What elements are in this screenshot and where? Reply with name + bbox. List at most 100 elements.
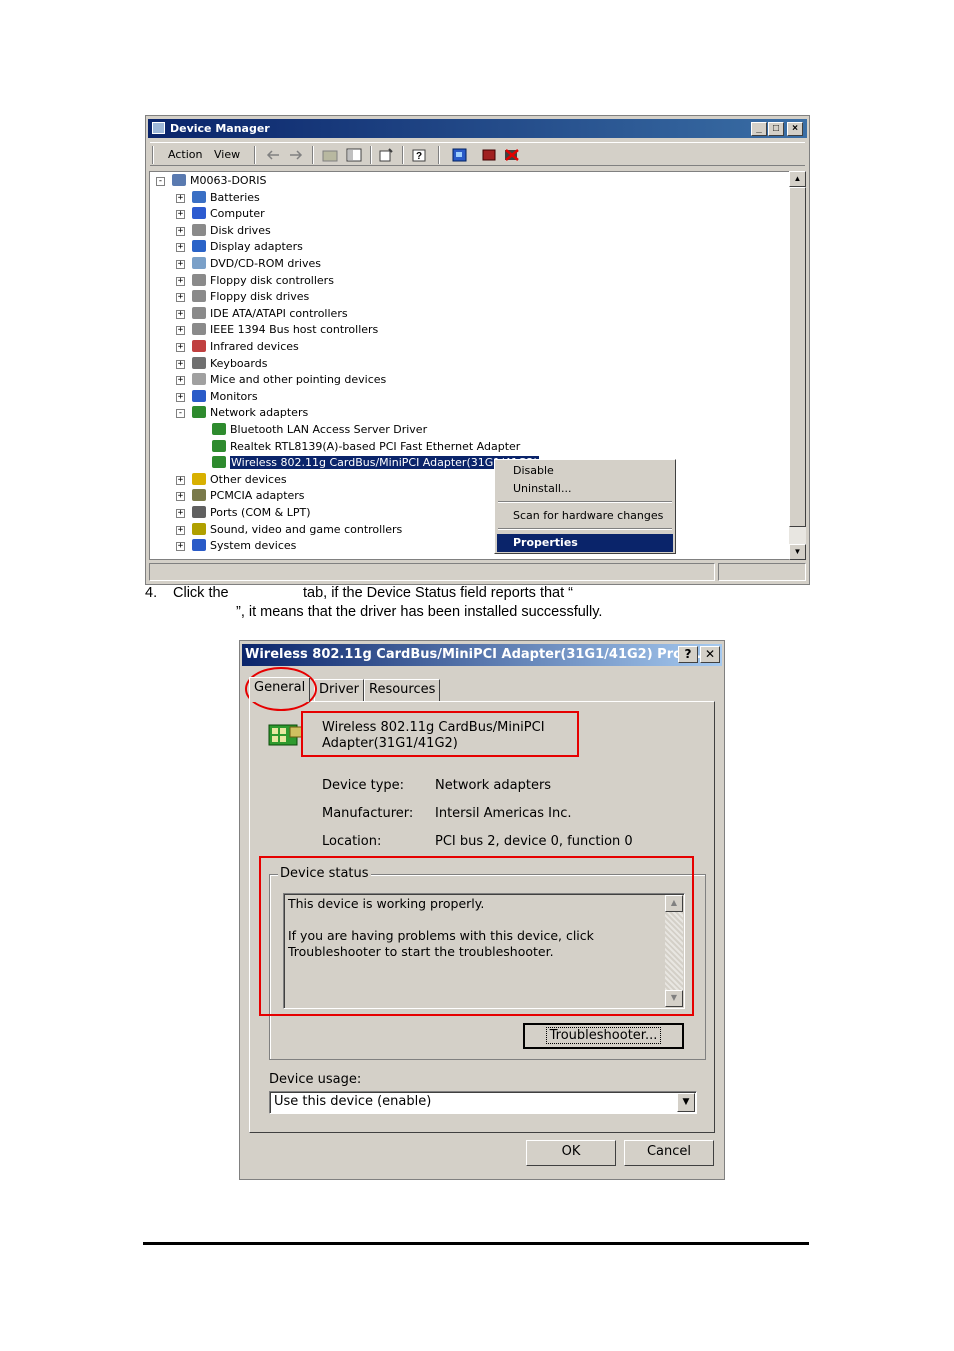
show-hide-tree-icon[interactable]	[346, 148, 362, 162]
expand-toggle[interactable]: +	[176, 243, 185, 253]
expand-toggle[interactable]: +	[176, 193, 185, 203]
tree-category[interactable]: Monitors	[192, 389, 258, 405]
context-menu: Disable Uninstall... Scan for hardware c…	[494, 459, 676, 554]
expand-toggle[interactable]: +	[176, 276, 185, 286]
up-folder-icon[interactable]	[322, 148, 338, 162]
tree-category-label: System devices	[210, 539, 297, 553]
tree-category-label: DVD/CD-ROM drives	[210, 257, 321, 270]
tree-category[interactable]: Infrared devices	[192, 339, 299, 355]
forward-arrow-icon[interactable]	[288, 148, 304, 162]
tree-category[interactable]: IEEE 1394 Bus host controllers	[192, 322, 378, 338]
tree-category[interactable]: Floppy disk controllers	[192, 273, 334, 289]
scan-hardware-icon[interactable]	[452, 148, 468, 162]
network-adapter-icon	[212, 456, 226, 469]
expand-toggle[interactable]: +	[176, 542, 185, 552]
troubleshooter-button[interactable]: Troubleshooter...	[523, 1023, 684, 1049]
tree-device[interactable]: Wireless 802.11g CardBus/MiniPCI Adapter…	[212, 455, 539, 471]
tree-category[interactable]: PCMCIA adapters	[192, 488, 305, 504]
expand-toggle[interactable]: +	[176, 392, 185, 402]
disable-device-icon[interactable]	[504, 148, 520, 162]
expand-toggle[interactable]: +	[176, 525, 185, 535]
expand-toggle[interactable]: +	[176, 226, 185, 236]
uninstall-device-icon[interactable]	[482, 148, 498, 162]
scroll-thumb[interactable]	[789, 187, 806, 527]
menu-item-properties[interactable]: Properties	[497, 534, 673, 552]
back-arrow-icon[interactable]	[265, 148, 281, 162]
tree-category[interactable]: Network adapters	[192, 405, 308, 421]
menu-item-uninstall[interactable]: Uninstall...	[497, 480, 673, 498]
expand-toggle[interactable]: +	[176, 475, 185, 485]
page-footer-rule	[143, 1242, 809, 1245]
tree-category[interactable]: Display adapters	[192, 239, 303, 255]
expand-toggle[interactable]: +	[176, 509, 185, 518]
device-category-icon	[192, 506, 206, 518]
tree-scrollbar[interactable]: ▲ ▼	[789, 171, 806, 560]
cancel-button[interactable]: Cancel	[624, 1140, 714, 1166]
tab-driver[interactable]: Driver	[314, 679, 365, 701]
scroll-up-button[interactable]: ▲	[789, 171, 806, 187]
tree-category[interactable]: Keyboards	[192, 356, 267, 372]
menu-separator	[498, 501, 672, 503]
dialog-close-button[interactable]: ✕	[700, 646, 720, 663]
help-icon[interactable]: ?	[412, 148, 428, 162]
tree-category[interactable]: IDE ATA/ATAPI controllers	[192, 306, 348, 322]
menu-item-scan-hardware[interactable]: Scan for hardware changes	[497, 507, 673, 525]
computer-icon	[172, 174, 186, 186]
device-category-icon	[192, 389, 206, 402]
device-manager-window: Device Manager _ □ × Action View ? - M00…	[145, 115, 810, 585]
close-button[interactable]: ×	[787, 122, 803, 136]
properties-titlebar[interactable]: Wireless 802.11g CardBus/MiniPCI Adapter…	[242, 644, 722, 666]
tree-device[interactable]: Bluetooth LAN Access Server Driver	[212, 422, 427, 438]
expand-toggle[interactable]: +	[176, 343, 185, 352]
tree-category[interactable]: Batteries	[192, 190, 260, 206]
help-button[interactable]: ?	[678, 646, 698, 663]
expand-toggle[interactable]: +	[176, 309, 185, 319]
tree-category[interactable]: Other devices	[192, 472, 287, 488]
expand-toggle[interactable]: +	[176, 359, 185, 369]
tree-category[interactable]: Mice and other pointing devices	[192, 372, 386, 388]
expand-toggle[interactable]: +	[176, 326, 185, 336]
maximize-button[interactable]: □	[768, 122, 784, 136]
tree-category[interactable]: DVD/CD-ROM drives	[192, 256, 321, 272]
scroll-down-button[interactable]: ▼	[789, 544, 806, 560]
ok-button[interactable]: OK	[526, 1140, 616, 1166]
tab-resources[interactable]: Resources	[364, 679, 441, 701]
menu-item-disable[interactable]: Disable	[497, 462, 673, 480]
menu-view[interactable]: View	[214, 148, 240, 161]
tree-category[interactable]: Floppy disk drives	[192, 289, 309, 305]
expand-toggle[interactable]: +	[176, 376, 185, 386]
tree-root[interactable]: M0063-DORIS	[172, 173, 266, 189]
toolbar-separator	[312, 146, 314, 164]
device-usage-select[interactable]: Use this device (enable) ▼	[269, 1091, 697, 1114]
device-category-icon	[192, 240, 206, 253]
chevron-down-icon[interactable]: ▼	[677, 1093, 695, 1112]
tree-category[interactable]: Computer	[192, 206, 265, 222]
tree-category[interactable]: System devices	[192, 538, 296, 554]
toolbar-grip	[152, 146, 154, 164]
collapse-root-toggle[interactable]: -	[156, 177, 165, 186]
device-tree[interactable]: - M0063-DORIS + Batteries + Computer + Disk d…	[149, 171, 790, 560]
tree-device[interactable]: Realtek RTL8139(A)-based PCI Fast Ethern…	[212, 439, 520, 455]
device-category-icon	[192, 257, 206, 269]
network-adapter-icon	[212, 439, 226, 452]
expand-toggle[interactable]: +	[176, 293, 185, 303]
device-category-icon	[192, 223, 206, 236]
device-category-icon	[192, 472, 206, 485]
manufacturer-label: Manufacturer:	[322, 806, 414, 821]
device-status-highlight	[259, 856, 694, 1016]
tab-general[interactable]: General	[249, 677, 311, 702]
location-value: PCI bus 2, device 0, function 0	[435, 834, 633, 849]
troubleshooter-label: Troubleshooter...	[545, 1027, 662, 1044]
properties-title: Wireless 802.11g CardBus/MiniPCI Adapter…	[245, 647, 707, 662]
expand-toggle[interactable]: -	[176, 409, 185, 419]
expand-toggle[interactable]: +	[176, 260, 185, 269]
tree-category[interactable]: Sound, video and game controllers	[192, 522, 402, 538]
tree-category[interactable]: Disk drives	[192, 223, 271, 239]
expand-toggle[interactable]: +	[176, 492, 185, 502]
properties-icon[interactable]	[378, 148, 394, 162]
menu-action[interactable]: Action	[168, 148, 202, 161]
tree-category[interactable]: Ports (COM & LPT)	[192, 505, 311, 521]
expand-toggle[interactable]: +	[176, 210, 185, 220]
device-manager-titlebar[interactable]: Device Manager	[148, 119, 807, 138]
minimize-button[interactable]: _	[751, 122, 767, 136]
